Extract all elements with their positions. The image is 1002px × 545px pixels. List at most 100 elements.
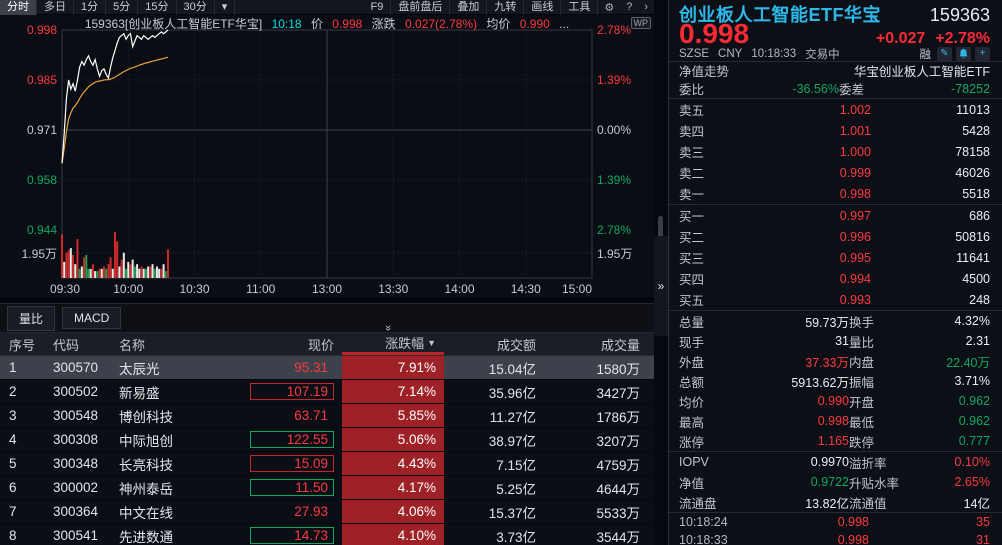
table-row[interactable]: 8 300541 先进数通 14.73 4.10% 3.73亿 3544万 <box>0 524 654 545</box>
table-row[interactable]: 1 300570 太辰光 95.31 7.91% 15.04亿 1580万 <box>0 356 654 380</box>
nine-turn-button[interactable]: 九转 <box>487 0 525 15</box>
table-row[interactable]: 7 300364 中文在线 27.93 4.06% 15.37亿 5533万 <box>0 500 654 524</box>
bid-row[interactable]: 买四 0.994 4500 <box>669 268 1002 289</box>
stat-cell: 0.962 <box>958 394 990 408</box>
svg-text:2.78%: 2.78% <box>597 223 631 237</box>
overlay-button[interactable]: 叠加 <box>450 0 488 15</box>
tick-volume: 31 <box>976 533 990 545</box>
cell-price: 122.55 <box>206 428 342 451</box>
tick-price: 0.998 <box>837 515 869 529</box>
nav-trend-row[interactable]: 净值走势 华宝创业板人工智能ETF <box>669 61 1002 79</box>
intraday-chart[interactable]: 159363[创业板人工智能ETF华宝] 10:18 价 0.998 涨跌 0.… <box>0 15 654 297</box>
stat-row: 最高 0.998 最低 0.962 <box>669 411 1002 431</box>
chart-price-label: 价 <box>310 17 323 31</box>
table-row[interactable]: 3 300548 博创科技 63.71 5.85% 11.27亿 1786万 <box>0 404 654 428</box>
cell-price: 107.19 <box>206 380 342 403</box>
iopv-section: IOPV 0.9970 溢折率 0.10% 净值 0.9722 升贴水率 2.65% 流通盘 13… <box>669 451 1002 512</box>
price-tick-box: 11.50 <box>250 479 334 496</box>
indicator-tabrow: 量比 MACD » <box>0 303 654 333</box>
tick-trades: 10:18:24 0.998 35 10:18:33 0.998 31 <box>669 512 1002 545</box>
ask-label: 卖五 <box>679 104 705 118</box>
table-row[interactable]: 2 300502 新易盛 107.19 7.14% 35.96亿 3427万 <box>0 380 654 404</box>
cell-turnover: 7.15亿 <box>496 457 536 473</box>
pre-post-market-button[interactable]: 盘前盘后 <box>391 0 451 15</box>
svg-text:14:00: 14:00 <box>444 282 474 296</box>
ask-price: 0.999 <box>839 165 871 180</box>
cell-volume: 5533万 <box>596 505 640 521</box>
weibi-value: -36.56% <box>792 81 839 96</box>
draw-line-button[interactable]: 画线 <box>524 0 562 15</box>
period-tab-30min[interactable]: 30分 <box>177 0 215 15</box>
alert-bell-icon[interactable] <box>956 47 971 61</box>
cell-change-pct: 4.10% <box>342 524 444 545</box>
expand-right-icon[interactable]: › <box>638 1 654 13</box>
bid-row[interactable]: 买五 0.993 248 <box>669 289 1002 310</box>
ask-volume: 46026 <box>955 165 990 180</box>
tab-volume-ratio[interactable]: 量比 <box>7 305 56 331</box>
cell-price: 95.31 <box>206 356 342 379</box>
change-abs: +0.027 <box>875 30 926 47</box>
col-header-turnover[interactable]: 成交额 <box>444 333 544 355</box>
ask-row[interactable]: 卖二 0.999 46026 <box>669 162 1002 183</box>
stat-cell: 涨停 <box>679 435 705 450</box>
cell-price: 63.71 <box>206 404 342 427</box>
bid-price: 0.997 <box>839 208 871 223</box>
table-row[interactable]: 6 300002 神州泰岳 11.50 4.17% 5.25亿 4644万 <box>0 476 654 500</box>
ask-volume: 11013 <box>956 102 990 117</box>
chart-price-value: 0.998 <box>332 17 363 31</box>
ask-row[interactable]: 卖四 1.001 5428 <box>669 120 1002 141</box>
period-tab-1min[interactable]: 1分 <box>74 0 107 15</box>
cell-turnover: 15.04亿 <box>488 361 536 377</box>
ask-row[interactable]: 卖三 1.000 78158 <box>669 141 1002 162</box>
cell-volume: 4644万 <box>596 481 640 497</box>
stat-row: 现手 31 量比 2.31 <box>669 331 1002 351</box>
commission-ratio-row: 委比 -36.56% 委差 -78252 <box>669 79 1002 98</box>
col-header-name[interactable]: 名称 <box>110 333 206 355</box>
stat-cell: 现手 <box>679 335 705 350</box>
tick-price: 0.998 <box>837 533 869 545</box>
expand-panel-handle[interactable]: » <box>654 236 668 336</box>
ask-row[interactable]: 卖一 0.998 5518 <box>669 183 1002 204</box>
add-plus-icon[interactable]: + <box>975 47 990 61</box>
quote-time: 10:18:33 <box>751 48 797 60</box>
period-tab-15min[interactable]: 15分 <box>138 0 177 15</box>
stat-cell: 总量 <box>679 315 705 330</box>
gear-icon[interactable]: ⚙ <box>598 1 620 14</box>
last-price: 0.998 <box>679 18 750 49</box>
cell-index: 7 <box>9 504 17 519</box>
period-more-dropdown-icon[interactable]: ▾ <box>215 0 236 15</box>
collapse-table-handle[interactable]: » <box>370 324 406 336</box>
cell-index: 8 <box>9 528 17 543</box>
sort-desc-icon: ▼ <box>427 337 436 348</box>
bid-row[interactable]: 买一 0.997 686 <box>669 205 1002 226</box>
stat-row: 均价 0.990 开盘 0.962 <box>669 391 1002 411</box>
col-header-code[interactable]: 代码 <box>44 333 110 355</box>
tab-macd[interactable]: MACD <box>62 307 122 329</box>
stat-cell: 振幅 <box>849 375 875 390</box>
table-body: 1 300570 太辰光 95.31 7.91% 15.04亿 1580万 2 300502 新易… <box>0 356 654 545</box>
f9-button[interactable]: F9 <box>363 0 392 15</box>
bid-row[interactable]: 买二 0.996 50816 <box>669 226 1002 247</box>
period-tab-minute[interactable]: 分时 <box>0 0 37 15</box>
edit-pencil-icon[interactable]: ✎ <box>937 47 952 61</box>
period-tab-multiday[interactable]: 多日 <box>37 0 74 15</box>
tools-button[interactable]: 工具 <box>561 0 599 15</box>
table-row[interactable]: 4 300308 中际旭创 122.55 5.06% 38.97亿 3207万 <box>0 428 654 452</box>
wp-badge[interactable]: WP <box>630 17 651 29</box>
price-volume-chart[interactable]: 0.998 0.985 0.971 0.958 0.944 2.78% 1.39% 0.00%… <box>0 15 654 297</box>
ask-row[interactable]: 卖五 1.002 11013 <box>669 99 1002 120</box>
col-header-price[interactable]: 现价 <box>206 333 342 355</box>
stat-row: 流通盘 13.82亿 流通值 14亿 <box>669 492 1002 512</box>
col-header-change-pct[interactable]: 涨跌幅 ▼ <box>342 333 444 355</box>
stat-cell: 3.71% <box>954 374 990 388</box>
ask-price: 1.001 <box>839 123 871 138</box>
period-tab-5min[interactable]: 5分 <box>106 0 139 15</box>
tick-time: 10:18:33 <box>679 533 728 545</box>
stat-cell: 流通盘 <box>679 496 717 511</box>
col-header-index[interactable]: 序号 <box>0 333 44 355</box>
col-header-volume[interactable]: 成交量 <box>544 333 648 355</box>
bid-row[interactable]: 买三 0.995 11641 <box>669 247 1002 268</box>
help-icon[interactable]: ? <box>620 1 638 13</box>
stat-cell: 最低 <box>849 415 875 430</box>
table-row[interactable]: 5 300348 长亮科技 15.09 4.43% 7.15亿 4759万 <box>0 452 654 476</box>
